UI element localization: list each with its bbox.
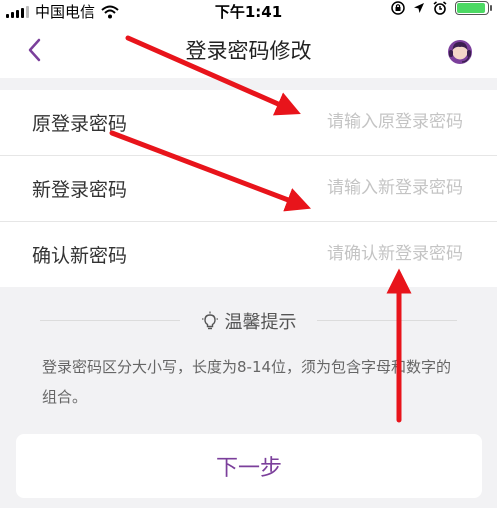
new-password-label: 新登录密码 [32, 179, 128, 201]
password-form: 原登录密码 新登录密码 确认新密码 [0, 90, 497, 287]
confirm-password-input[interactable] [201, 236, 465, 272]
customer-service-icon[interactable] [445, 36, 475, 66]
nav-bar: 登录密码修改 [0, 22, 497, 78]
status-bar: 中国电信 下午1:41 [0, 0, 497, 22]
tip-header: 温馨提示 [0, 308, 497, 334]
page-title: 登录密码修改 [185, 39, 312, 63]
old-password-label: 原登录密码 [32, 113, 128, 135]
tip-text: 登录密码区分大小写，长度为8-14位，须为包含字母和数字的组合。 [42, 358, 452, 406]
confirm-password-row: 确认新密码 [0, 222, 497, 287]
lightbulb-icon [201, 311, 218, 330]
next-step-button[interactable]: 下一步 [16, 434, 482, 498]
new-password-row: 新登录密码 [0, 156, 497, 222]
confirm-password-label: 确认新密码 [32, 245, 128, 267]
lock-rotation-icon [391, 1, 405, 15]
old-password-input[interactable] [201, 104, 465, 140]
new-password-input[interactable] [201, 170, 465, 206]
tip-title: 温馨提示 [224, 312, 297, 333]
location-icon [414, 3, 424, 13]
battery-icon [455, 1, 492, 15]
alarm-icon [433, 1, 447, 15]
old-password-row: 原登录密码 [0, 90, 497, 156]
status-right [391, 1, 492, 15]
